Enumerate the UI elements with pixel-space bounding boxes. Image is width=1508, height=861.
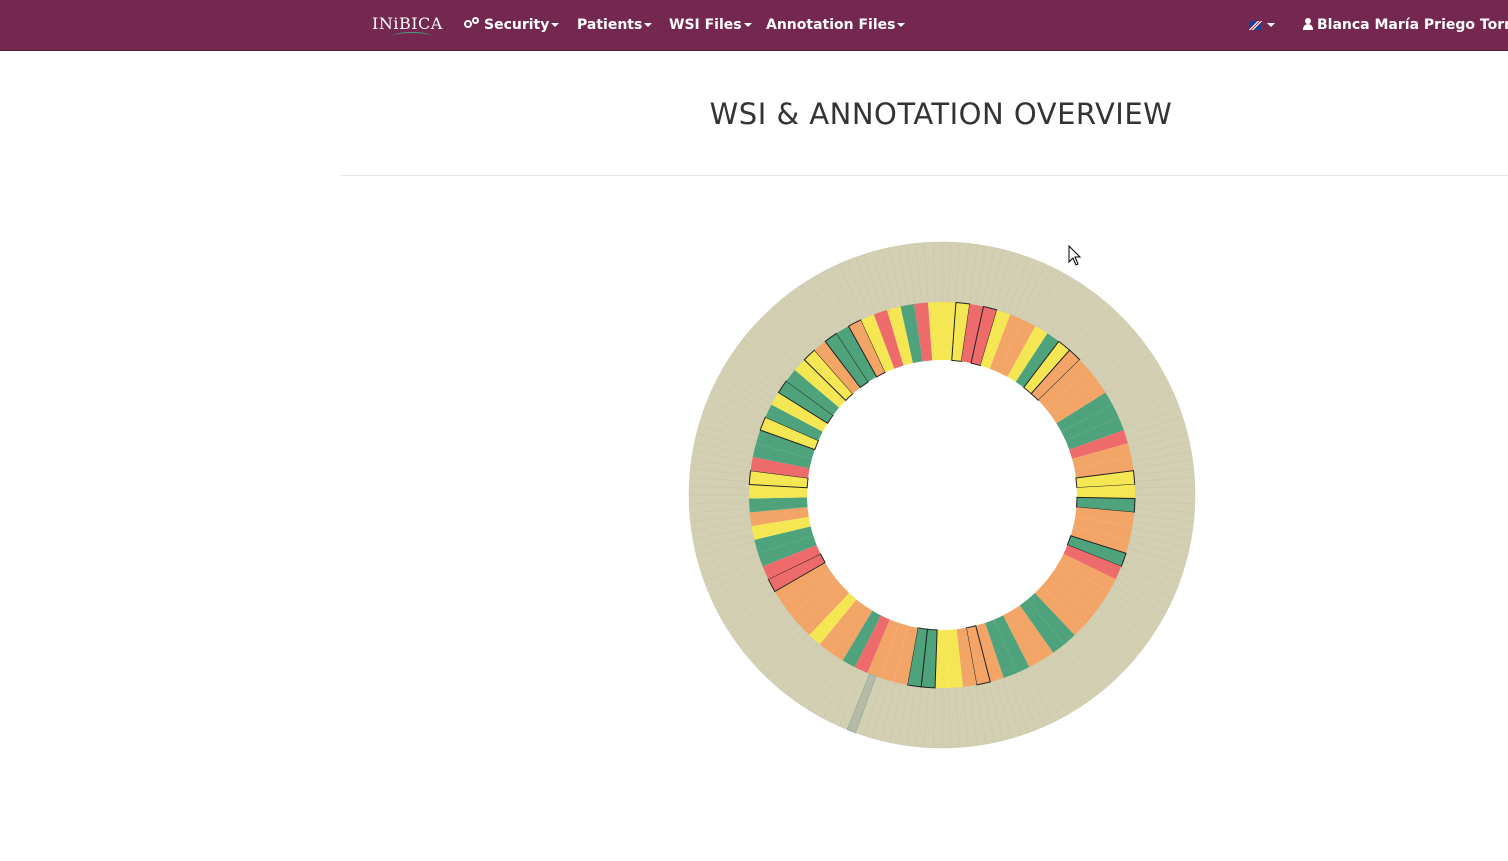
- nav-security-dropdown[interactable]: Security: [464, 0, 560, 50]
- nav-wsi-files-label: WSI Files: [669, 17, 742, 33]
- nav-annotation-files-label: Annotation Files: [766, 17, 896, 33]
- top-navbar: INiBICA Security Patients WSI Files Anno…: [0, 0, 1508, 51]
- user-menu-dropdown[interactable]: Blanca María Priego Torres: [1303, 0, 1508, 50]
- language-dropdown[interactable]: [1249, 0, 1275, 50]
- user-icon: [1303, 18, 1313, 30]
- nav-patients-dropdown[interactable]: Patients: [577, 0, 653, 50]
- caret-down-icon: [551, 23, 560, 27]
- uk-flag-icon: [1249, 20, 1262, 30]
- user-name: Blanca María Priego Torres: [1317, 17, 1508, 33]
- caret-down-icon: [897, 23, 906, 27]
- brand-logo[interactable]: INiBICA: [372, 14, 443, 33]
- nav-security-label: Security: [484, 17, 550, 33]
- caret-down-icon: [644, 23, 653, 27]
- title-divider: [341, 175, 1508, 176]
- gears-icon: [464, 17, 479, 31]
- brand-swoosh-icon: [392, 32, 432, 41]
- page-title: WSI & ANNOTATION OVERVIEW: [709, 97, 1173, 131]
- nav-wsi-files-dropdown[interactable]: WSI Files: [669, 0, 752, 50]
- brand-text: INiBICA: [372, 14, 443, 33]
- nav-patients-label: Patients: [577, 17, 643, 33]
- mouse-cursor-icon: [1068, 245, 1082, 266]
- caret-down-icon: [743, 23, 752, 27]
- caret-down-icon: [1267, 23, 1275, 27]
- inner-ring: [748, 301, 1136, 689]
- wsi-annotation-sunburst-chart[interactable]: [682, 235, 1202, 755]
- nav-annotation-files-dropdown[interactable]: Annotation Files: [766, 0, 906, 50]
